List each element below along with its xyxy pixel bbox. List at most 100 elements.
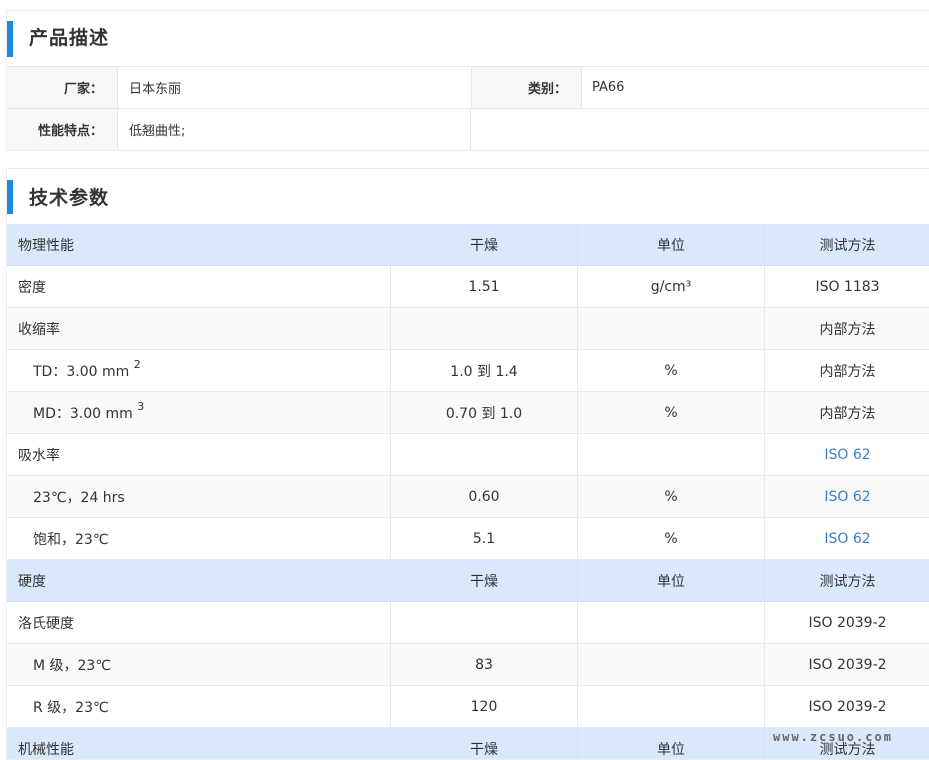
property-cell: 饱和，23℃ (7, 518, 391, 560)
value-cell-text: 5.1 (473, 531, 495, 547)
unit-cell: % (578, 392, 765, 434)
property-cell: 硬度 (7, 560, 391, 602)
property-cell: R 级，23℃ (7, 686, 391, 728)
test-method-cell-text: ISO 2039-2 (808, 657, 886, 673)
value-cell: 120 (391, 686, 578, 728)
test-method-cell: ISO 2039-2 (765, 686, 929, 728)
value-cell: 83 (391, 644, 578, 686)
test-method-link[interactable]: ISO 62 (824, 531, 870, 547)
table-row: TD：3.00 mm 2 1.0 到 1.4% 内部方法 (7, 350, 929, 392)
property-cell-text: 洛氏硬度 (18, 616, 74, 632)
property-cell: 物理性能 (7, 224, 391, 266)
unit-cell (578, 602, 765, 644)
unit-cell: 单位 (578, 728, 765, 760)
table-section-header: 物理性能 干燥 单位 测试方法 (7, 224, 929, 266)
property-cell-text: 吸水率 (18, 448, 60, 464)
unit-cell-text: % (664, 489, 677, 505)
unit-cell (578, 434, 765, 476)
value-cell-text: 120 (471, 699, 498, 715)
test-method-cell: ISO 62 (765, 518, 929, 560)
table-row: 密度 1.51 g/cm³ ISO 1183 (7, 266, 929, 308)
value-cell-text: 83 (475, 657, 493, 673)
test-method-link[interactable]: ISO 62 (824, 447, 870, 463)
property-cell: 洛氏硬度 (7, 602, 391, 644)
features-value: 低翘曲性; (118, 109, 471, 150)
table-row: 吸水率 ISO 62 (7, 434, 929, 476)
unit-cell: % (578, 518, 765, 560)
property-cell: 23℃，24 hrs (7, 476, 391, 518)
value-cell: 1.0 到 1.4 (391, 350, 578, 392)
unit-cell-text: 单位 (657, 238, 685, 254)
unit-cell (578, 308, 765, 350)
table-row: M 级，23℃ 83 ISO 2039-2 (7, 644, 929, 686)
technical-parameters-header: 技术参数 (7, 169, 929, 224)
test-method-cell-text: ISO 2039-2 (808, 699, 886, 715)
unit-cell-text: % (664, 363, 677, 379)
property-cell: 密度 (7, 266, 391, 308)
product-description-card: 产品描述 厂家： 日本东丽 类别： PA66 性能特点： 低翘曲性; (6, 10, 929, 151)
test-method-cell: ISO 2039-2 (765, 644, 929, 686)
parameters-table: 物理性能干燥单位测试方法密度1.51g/cm³ISO 1183收缩率内部方法TD… (7, 224, 929, 760)
unit-cell-text: g/cm³ (651, 279, 692, 295)
value-cell: 干燥 (391, 224, 578, 266)
value-cell: 干燥 (391, 728, 578, 760)
value-cell-text: 干燥 (470, 574, 498, 590)
test-method-cell-text: 内部方法 (820, 406, 876, 422)
features-label: 性能特点： (7, 109, 118, 150)
unit-cell: g/cm³ (578, 266, 765, 308)
value-cell: 0.70 到 1.0 (391, 392, 578, 434)
property-cell-text: 密度 (18, 280, 46, 296)
property-cell-text: 饱和，23℃ (33, 532, 109, 548)
table-row: R 级，23℃ 120 ISO 2039-2 (7, 686, 929, 728)
property-cell-text: 机械性能 (18, 742, 74, 758)
technical-parameters-card: 技术参数 物理性能干燥单位测试方法密度1.51g/cm³ISO 1183收缩率内… (6, 168, 929, 760)
test-method-cell-text: 内部方法 (820, 322, 876, 338)
unit-cell-text: 单位 (657, 574, 685, 590)
property-cell-text: M 级，23℃ (33, 658, 111, 674)
manufacturer-label: 厂家： (7, 67, 118, 108)
property-cell: MD：3.00 mm 3 (7, 392, 391, 434)
value-cell-text: 1.51 (468, 279, 499, 295)
test-method-cell: 内部方法 (765, 308, 929, 350)
unit-cell: 单位 (578, 560, 765, 602)
info-row-manufacturer: 厂家： 日本东丽 类别： PA66 (7, 67, 929, 108)
footnote-marker: 3 (137, 400, 144, 413)
value-cell-text: 0.70 到 1.0 (446, 406, 522, 422)
value-cell-text: 干燥 (470, 742, 498, 758)
unit-cell-text: % (664, 531, 677, 547)
table-row: MD：3.00 mm 3 0.70 到 1.0% 内部方法 (7, 392, 929, 434)
test-method-cell-text: 内部方法 (820, 364, 876, 380)
value-cell: 1.51 (391, 266, 578, 308)
table-row: 收缩率内部方法 (7, 308, 929, 350)
value-cell: 5.1 (391, 518, 578, 560)
unit-cell: % (578, 350, 765, 392)
property-cell-text: TD：3.00 mm (33, 364, 129, 380)
property-cell-text: 物理性能 (18, 238, 74, 254)
test-method-cell: 测试方法 (765, 224, 929, 266)
test-method-cell: ISO 62 (765, 476, 929, 518)
test-method-link[interactable]: ISO 62 (824, 489, 870, 505)
property-cell: TD：3.00 mm 2 (7, 350, 391, 392)
unit-cell (578, 686, 765, 728)
test-method-cell: ISO 62 (765, 434, 929, 476)
category-label: 类别： (471, 67, 582, 108)
test-method-cell: ISO 2039-2 (765, 602, 929, 644)
test-method-cell: ISO 1183 (765, 266, 929, 308)
unit-cell-text: % (664, 405, 677, 421)
watermark: www.zcsuo.com (773, 730, 893, 744)
footnote-marker: 2 (134, 358, 141, 371)
test-method-cell: 内部方法 (765, 392, 929, 434)
value-cell-text: 干燥 (470, 238, 498, 254)
test-method-cell-text: ISO 1183 (815, 279, 879, 295)
property-cell-text: 23℃，24 hrs (33, 490, 125, 506)
property-cell: 吸水率 (7, 434, 391, 476)
test-method-cell-text: ISO 2039-2 (808, 615, 886, 631)
property-cell: M 级，23℃ (7, 644, 391, 686)
value-cell-text: 0.60 (468, 489, 499, 505)
property-cell-text: 硬度 (18, 574, 46, 590)
value-cell (391, 602, 578, 644)
property-cell-text: MD：3.00 mm (33, 406, 133, 422)
value-cell-text: 1.0 到 1.4 (450, 364, 517, 380)
info-row-features: 性能特点： 低翘曲性; (7, 108, 929, 150)
table-section-header: 硬度干燥单位测试方法 (7, 560, 929, 602)
